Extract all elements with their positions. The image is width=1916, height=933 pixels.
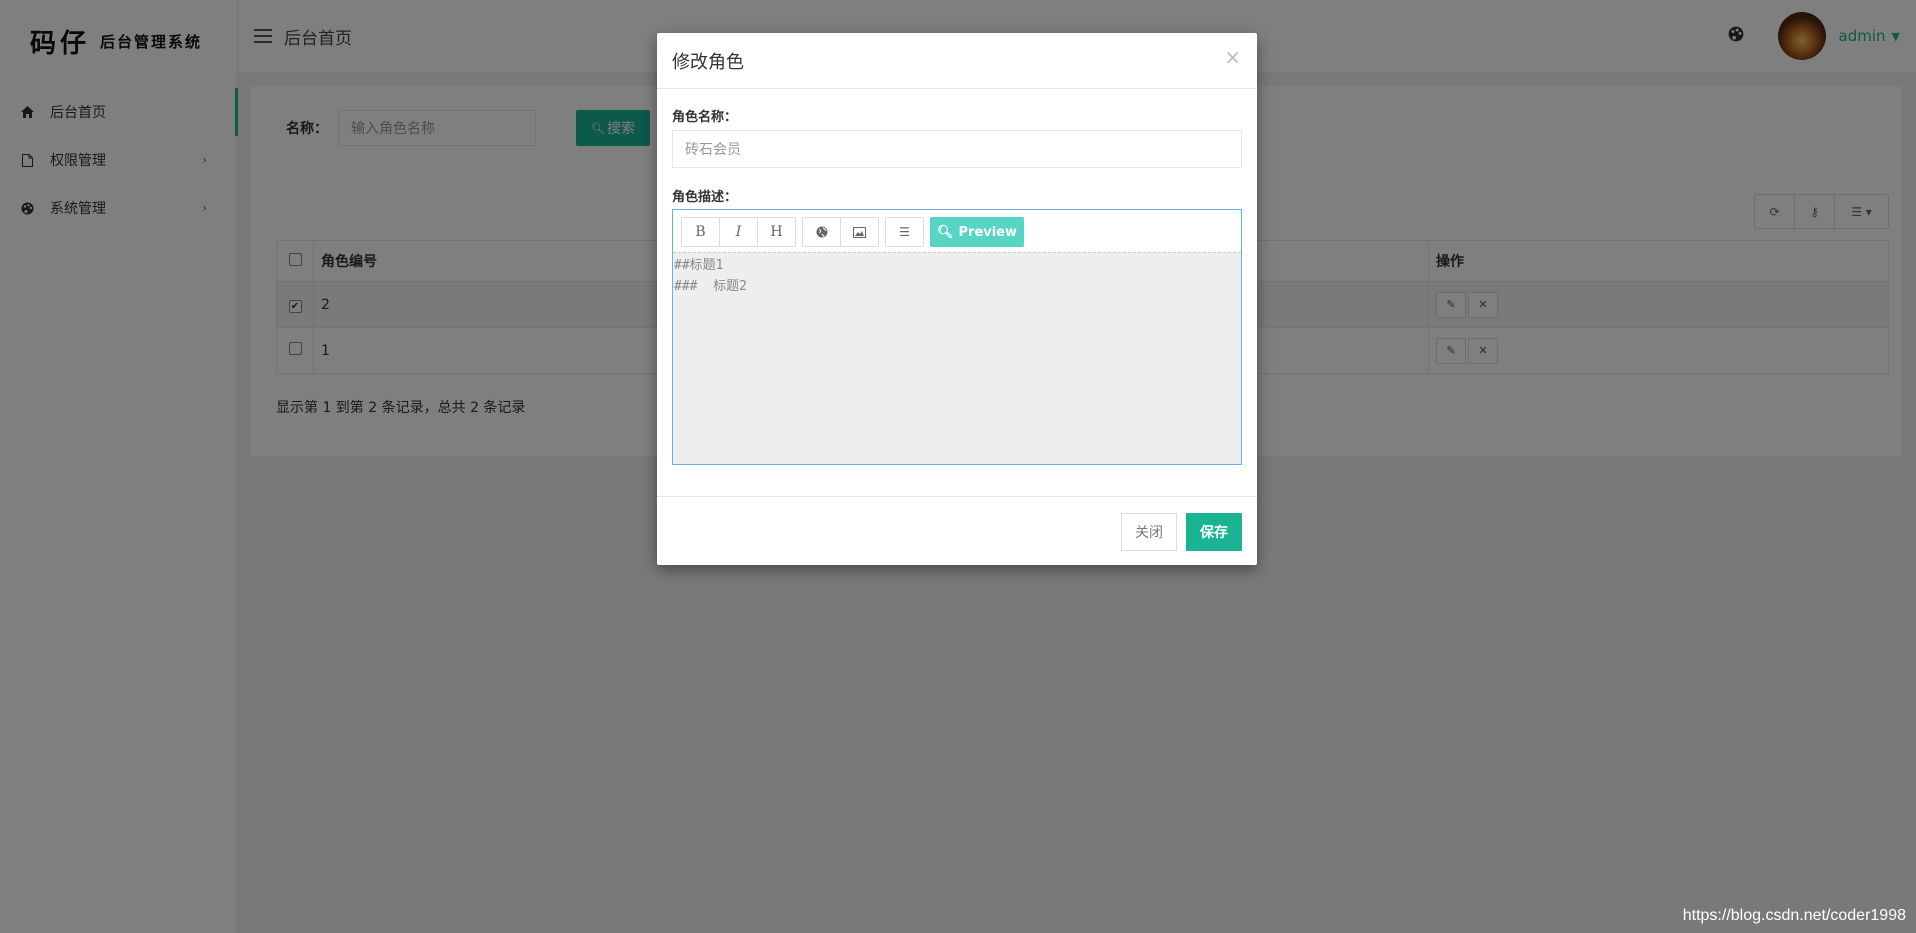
description-textarea[interactable]: ##标题1 ### 标题2: [673, 252, 1241, 464]
format-button-group: B I H: [681, 217, 796, 247]
preview-label: Preview: [958, 224, 1018, 240]
editor-toolbar: B I H ☰ 🔍︎ Preview: [673, 210, 1241, 252]
close-button[interactable]: 关闭: [1121, 513, 1177, 551]
preview-button[interactable]: 🔍︎ Preview: [930, 217, 1024, 247]
insert-button-group: [802, 217, 879, 247]
heading-button[interactable]: H: [757, 218, 795, 246]
modal-title: 修改角色: [672, 52, 744, 73]
modal-header: 修改角色 ×: [657, 33, 1257, 89]
list-icon[interactable]: ☰: [886, 218, 923, 246]
list-button-group: ☰: [885, 217, 924, 247]
save-button[interactable]: 保存: [1186, 513, 1242, 551]
bold-button[interactable]: B: [682, 218, 719, 246]
markdown-editor: B I H ☰ 🔍︎ Preview ##标题1 ### 标题2: [672, 209, 1242, 465]
image-icon[interactable]: [840, 218, 878, 246]
modal-footer: 关闭 保存: [657, 496, 1257, 565]
role-description-label: 角色描述：: [672, 190, 738, 205]
search-icon: 🔍︎: [936, 224, 954, 240]
edit-role-modal: 修改角色 × 角色名称： 砖石会员 角色描述： B I H ☰ 🔍︎ Previ…: [657, 33, 1257, 565]
link-globe-icon[interactable]: [803, 218, 840, 246]
italic-button[interactable]: I: [719, 218, 757, 246]
role-name-input[interactable]: 砖石会员: [672, 130, 1242, 168]
role-name-label: 角色名称：: [672, 110, 738, 125]
watermark: https://blog.csdn.net/coder1998: [1682, 907, 1906, 924]
close-icon[interactable]: ×: [1224, 45, 1241, 69]
